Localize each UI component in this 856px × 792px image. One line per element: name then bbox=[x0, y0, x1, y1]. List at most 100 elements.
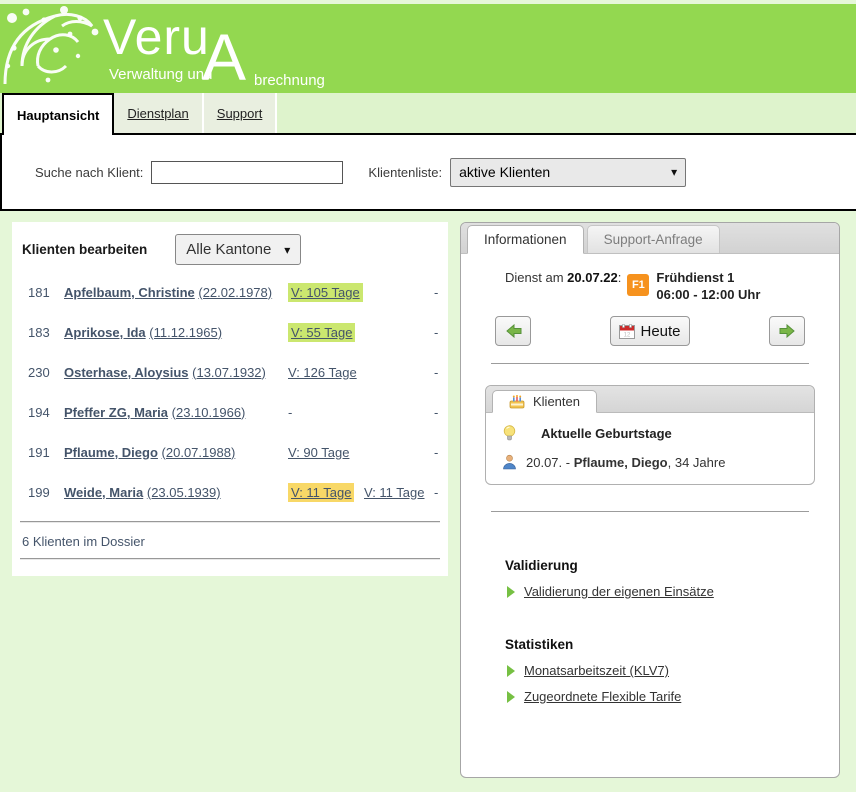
statistiken-link-row: Zugeordnete Flexible Tarife bbox=[507, 689, 839, 704]
vacation-days-link-2[interactable]: V: 11 Tage bbox=[364, 485, 424, 500]
lightbulb-icon bbox=[502, 425, 517, 442]
client-name-cell: Pflaume, Diego (20.07.1988) bbox=[64, 445, 282, 460]
shift-name: Frühdienst 1 bbox=[656, 269, 760, 286]
table-row: 194 Pfeffer ZG, Maria (23.10.1966) - - bbox=[12, 392, 448, 432]
calendar-icon: 12 bbox=[619, 324, 635, 339]
client-count-text: 6 Klienten im Dossier bbox=[22, 534, 448, 549]
clients-panel-title: Klienten bearbeiten bbox=[22, 242, 147, 257]
client-birthdate-link[interactable]: (23.10.1966) bbox=[172, 405, 246, 420]
page-root: Veru A Verwaltung und brechnung Hauptans… bbox=[0, 0, 856, 792]
table-row: 183 Aprikose, Ida (11.12.1965) V: 55 Tag… bbox=[12, 312, 448, 352]
tab-support-anfrage[interactable]: Support-Anfrage bbox=[587, 225, 720, 253]
table-row: 230 Osterhase, Aloysius (13.07.1932) V: … bbox=[12, 352, 448, 392]
app-header: Veru A Verwaltung und brechnung bbox=[0, 4, 856, 93]
chevron-down-icon: ▾ bbox=[284, 243, 290, 257]
client-name-cell: Weide, Maria (23.05.1939) bbox=[64, 485, 282, 500]
link-monatsarbeitszeit[interactable]: Monatsarbeitszeit (KLV7) bbox=[524, 663, 669, 678]
client-birthdate-link[interactable]: (20.07.1988) bbox=[162, 445, 236, 460]
canton-filter-value: Alle Kantone bbox=[186, 241, 271, 258]
client-id: 230 bbox=[28, 365, 58, 380]
client-id: 181 bbox=[28, 285, 58, 300]
vacation-days-link-1[interactable]: V: 11 Tage bbox=[288, 483, 354, 502]
tab-support[interactable]: Support bbox=[204, 93, 278, 133]
client-list-label: Klientenliste: bbox=[368, 165, 442, 180]
validierung-heading: Validierung bbox=[505, 558, 839, 573]
client-name-link[interactable]: Pflaume, Diego bbox=[64, 445, 158, 460]
client-id: 191 bbox=[28, 445, 58, 460]
shift-time: 06:00 - 12:00 Uhr bbox=[656, 286, 760, 303]
tab-klienten[interactable]: Klienten bbox=[492, 390, 597, 413]
statistiken-heading: Statistiken bbox=[505, 637, 839, 652]
clients-panel: Klienten bearbeiten Alle Kantone ▾ 181 A… bbox=[12, 222, 448, 576]
triangle-right-icon bbox=[507, 665, 515, 677]
tab-informationen-label: Informationen bbox=[484, 232, 567, 247]
vacation-days-link-1[interactable]: V: 126 Tage bbox=[288, 365, 357, 380]
search-input[interactable] bbox=[151, 161, 343, 184]
next-day-button[interactable] bbox=[769, 316, 805, 346]
client-name-cell: Aprikose, Ida (11.12.1965) bbox=[64, 325, 282, 340]
clients-panel-header: Klienten bearbeiten Alle Kantone ▾ bbox=[12, 222, 448, 265]
arrow-left-icon bbox=[505, 324, 522, 338]
today-button-label: Heute bbox=[640, 323, 680, 340]
link-flexible-tarife[interactable]: Zugeordnete Flexible Tarife bbox=[524, 689, 681, 704]
info-panel: Informationen Support-Anfrage Dienst am … bbox=[460, 222, 840, 778]
client-birthdate-link[interactable]: (22.02.1978) bbox=[198, 285, 272, 300]
tab-hauptansicht[interactable]: Hauptansicht bbox=[2, 93, 114, 135]
birthday-heading-row: Aktuelle Geburtstage bbox=[502, 425, 814, 442]
client-name-link[interactable]: Aprikose, Ida bbox=[64, 325, 146, 340]
divider bbox=[491, 363, 809, 364]
tab-informationen[interactable]: Informationen bbox=[467, 225, 584, 254]
link-validierung-einsaetze[interactable]: Validierung der eigenen Einsätze bbox=[524, 584, 714, 599]
client-birthdate-link[interactable]: (23.05.1939) bbox=[147, 485, 221, 500]
logo-veru-text: Veru bbox=[103, 10, 210, 65]
divider bbox=[20, 521, 440, 523]
shift-details: Frühdienst 1 06:00 - 12:00 Uhr bbox=[656, 269, 760, 303]
shift-badge-f1: F1 bbox=[627, 274, 649, 296]
vacation-days-link-1[interactable]: V: 105 Tage bbox=[288, 283, 363, 302]
client-name-cell: Osterhase, Aloysius (13.07.1932) bbox=[64, 365, 282, 380]
vacation-days-link-1: - bbox=[288, 405, 292, 420]
svg-text:12: 12 bbox=[624, 332, 631, 338]
date-navigation: 12 Heute bbox=[461, 316, 839, 346]
client-list-selected-value: aktive Klienten bbox=[459, 164, 550, 180]
statistiken-link-row: Monatsarbeitszeit (KLV7) bbox=[507, 663, 839, 678]
chevron-down-icon: ▾ bbox=[671, 165, 677, 179]
birthday-entry-text: 20.07. - Pflaume, Diego, 34 Jahre bbox=[526, 455, 725, 470]
client-birthdate-link[interactable]: (11.12.1965) bbox=[149, 325, 222, 340]
dienst-info: Dienst am 20.07.22: F1 Frühdienst 1 06:0… bbox=[505, 269, 839, 303]
birthday-cake-icon bbox=[509, 394, 525, 409]
vacation-days-link-1[interactable]: V: 90 Tage bbox=[288, 445, 349, 460]
user-icon bbox=[502, 454, 517, 470]
arrow-right-icon bbox=[779, 324, 796, 338]
canton-filter-select[interactable]: Alle Kantone ▾ bbox=[175, 234, 301, 265]
table-row: 199 Weide, Maria (23.05.1939) V: 11 Tage… bbox=[12, 472, 448, 512]
dash-cell: - bbox=[434, 365, 438, 380]
tab-dienstplan[interactable]: Dienstplan bbox=[114, 93, 203, 133]
dash-cell: - bbox=[434, 445, 438, 460]
client-name-cell: Pfeffer ZG, Maria (23.10.1966) bbox=[64, 405, 282, 420]
dienst-label: Dienst am 20.07.22: bbox=[505, 269, 621, 285]
tab-support-label: Support bbox=[217, 106, 263, 121]
client-name-link[interactable]: Weide, Maria bbox=[64, 485, 143, 500]
divider bbox=[20, 558, 440, 560]
client-name-link[interactable]: Osterhase, Aloysius bbox=[64, 365, 189, 380]
logo-subtitle-left: Verwaltung und bbox=[109, 66, 212, 83]
client-id: 194 bbox=[28, 405, 58, 420]
dash-cell: - bbox=[434, 485, 438, 500]
vacation-days-link-1[interactable]: V: 55 Tage bbox=[288, 323, 355, 342]
dash-cell: - bbox=[434, 405, 438, 420]
prev-day-button[interactable] bbox=[495, 316, 531, 346]
klienten-box: Klienten Aktuelle Geburtstage 20.07. - P… bbox=[485, 385, 815, 485]
client-name-link[interactable]: Apfelbaum, Christine bbox=[64, 285, 195, 300]
main-nav: Hauptansicht Dienstplan Support bbox=[0, 93, 856, 133]
floral-ornament bbox=[0, 4, 110, 93]
validierung-link-row: Validierung der eigenen Einsätze bbox=[507, 584, 839, 599]
client-list-select[interactable]: aktive Klienten ▾ bbox=[450, 158, 686, 187]
birthday-heading: Aktuelle Geburtstage bbox=[541, 426, 672, 441]
divider bbox=[491, 511, 809, 512]
today-button[interactable]: 12 Heute bbox=[610, 316, 689, 346]
triangle-right-icon bbox=[507, 691, 515, 703]
client-name-link[interactable]: Pfeffer ZG, Maria bbox=[64, 405, 168, 420]
client-birthdate-link[interactable]: (13.07.1932) bbox=[192, 365, 266, 380]
klienten-box-tabbar: Klienten bbox=[486, 386, 814, 413]
